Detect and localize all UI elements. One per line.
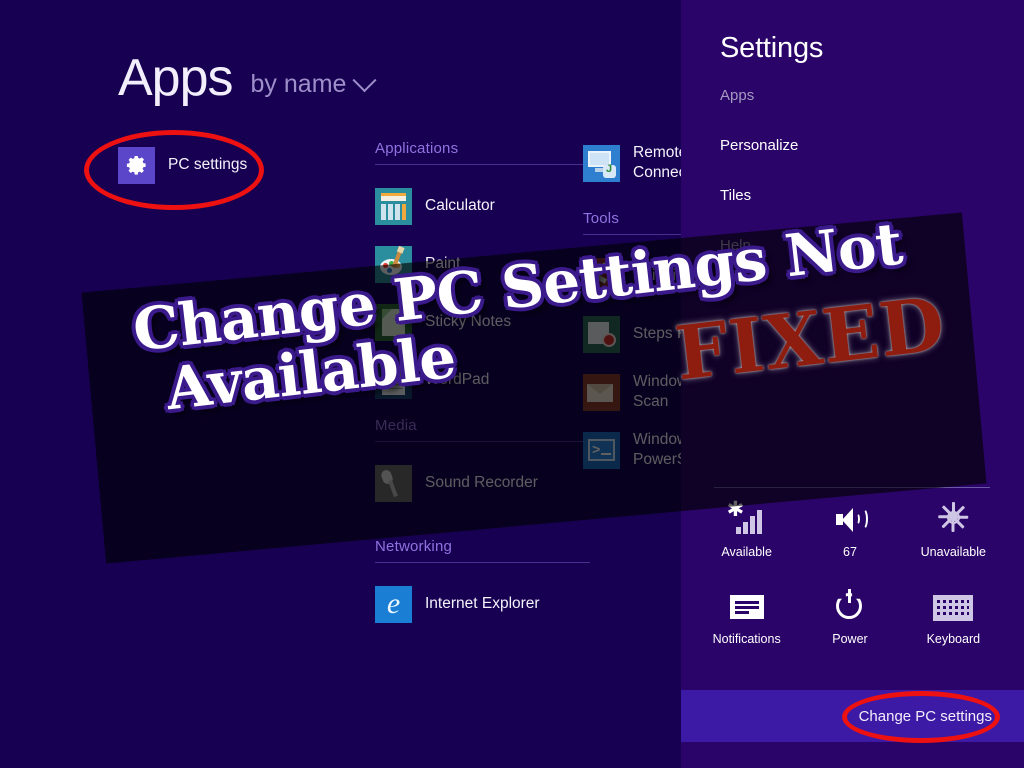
apps-header: Apps by name [118,49,377,107]
app-label: Calculator [425,197,495,215]
sort-label: by name [250,70,347,98]
quick-setting-volume[interactable]: 67 [798,500,901,559]
quick-setting-label: Notifications [712,632,781,646]
quick-setting-label: Unavailable [920,545,986,559]
app-item-internet-explorer[interactable]: e Internet Explorer [375,579,590,629]
quick-setting-keyboard[interactable]: Keyboard [902,587,1005,646]
internet-explorer-icon: e [375,585,412,623]
volume-speaker-icon [830,500,870,534]
app-label: PC settings [168,156,248,174]
app-item-calculator[interactable]: Calculator [375,181,590,231]
chevron-down-icon [352,68,377,93]
remote-desktop-icon [583,144,620,182]
quick-setting-notifications[interactable]: Notifications [695,587,798,646]
quick-settings-grid: ✱ Available 67 Unavailable Notifications… [695,499,1005,646]
app-item-pc-settings[interactable]: PC settings [118,140,368,190]
sort-dropdown[interactable]: by name [250,68,377,104]
gear-icon [118,146,155,184]
brightness-sun-icon [936,500,970,534]
section-divider [375,164,590,165]
charm-link-apps[interactable]: Apps [720,87,754,104]
quick-setting-network[interactable]: ✱ Available [695,499,798,559]
change-pc-settings-button[interactable]: Change PC settings [681,690,1024,742]
settings-title: Settings [720,32,824,64]
section-divider [375,562,590,563]
notifications-icon [728,587,766,621]
quick-setting-power[interactable]: Power [798,587,901,646]
quick-setting-label: 67 [843,545,857,559]
calculator-icon [375,187,412,225]
keyboard-icon [933,587,974,621]
quick-setting-label: Available [721,545,772,559]
quick-setting-label: Keyboard [926,632,981,646]
power-icon [834,587,866,621]
quick-setting-brightness[interactable]: Unavailable [902,500,1005,559]
section-heading: Networking [375,538,453,555]
page-title: Apps [118,49,234,107]
charm-link-tiles[interactable]: Tiles [720,187,751,204]
section-networking: Networking e Internet Explorer [375,538,590,629]
app-label: Internet Explorer [425,595,540,613]
section-heading: Applications [375,140,459,157]
quick-setting-label: Power [832,632,868,646]
apps-column-1: PC settings [118,140,368,198]
charm-link-personalize[interactable]: Personalize [720,137,798,154]
change-pc-settings-label: Change PC settings [858,707,992,725]
